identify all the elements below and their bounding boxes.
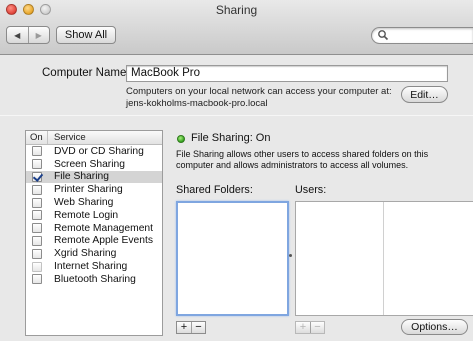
users-add-remove: + − xyxy=(295,321,325,334)
service-label: Bluetooth Sharing xyxy=(54,273,136,285)
service-row[interactable]: Remote Login xyxy=(26,209,162,222)
window-title: Sharing xyxy=(215,3,258,17)
computer-name-description: Computers on your local network can acce… xyxy=(126,86,392,109)
search-input[interactable] xyxy=(390,29,470,42)
services-list: On Service DVD or CD Sharing Screen Shari… xyxy=(25,130,163,336)
shared-folders-list[interactable] xyxy=(176,201,289,316)
column-header-on[interactable]: On xyxy=(26,131,48,144)
service-label: Printer Sharing xyxy=(54,184,123,196)
service-row[interactable]: File Sharing xyxy=(26,170,162,184)
service-label: DVD or CD Sharing xyxy=(54,145,144,157)
show-all-button[interactable]: Show All xyxy=(56,26,116,44)
service-row[interactable]: Printer Sharing xyxy=(26,183,162,196)
service-description: File Sharing allows other users to acces… xyxy=(176,149,429,170)
service-checkbox[interactable] xyxy=(32,159,42,170)
service-label: Xgrid Sharing xyxy=(54,248,117,260)
status-text: File Sharing: On xyxy=(191,132,271,144)
service-label: Screen Sharing xyxy=(54,158,125,170)
services-list-header: On Service xyxy=(26,131,162,145)
service-checkbox[interactable] xyxy=(32,274,42,285)
service-checkbox[interactable] xyxy=(32,184,42,195)
shared-folders-add-remove: + − xyxy=(176,321,206,334)
service-checkbox[interactable] xyxy=(32,197,42,208)
service-checkbox[interactable] xyxy=(32,171,42,182)
service-row[interactable]: Remote Management xyxy=(26,222,162,235)
service-checkbox[interactable] xyxy=(32,146,42,157)
back-forward-control: ◀ ▶ xyxy=(6,26,50,44)
splitter-handle[interactable] xyxy=(289,254,292,257)
computer-name-field[interactable]: MacBook Pro xyxy=(126,65,448,82)
service-checkbox[interactable] xyxy=(32,210,42,221)
service-row[interactable]: Bluetooth Sharing xyxy=(26,273,162,286)
service-label: File Sharing xyxy=(54,171,109,183)
service-checkbox[interactable] xyxy=(32,248,42,259)
search-field[interactable] xyxy=(371,27,473,44)
shared-folders-label: Shared Folders: xyxy=(176,184,253,196)
service-row[interactable]: DVD or CD Sharing xyxy=(26,145,162,158)
options-button[interactable]: Options… xyxy=(401,319,468,335)
edit-button[interactable]: Edit… xyxy=(401,86,448,103)
add-user-button[interactable]: + xyxy=(296,322,310,333)
forward-arrow-icon[interactable]: ▶ xyxy=(27,27,50,43)
service-row[interactable]: Internet Sharing xyxy=(26,260,162,273)
magnifier-icon xyxy=(378,30,389,41)
service-checkbox[interactable] xyxy=(32,223,42,234)
service-row[interactable]: Xgrid Sharing xyxy=(26,247,162,260)
service-label: Internet Sharing xyxy=(54,261,128,273)
service-row[interactable]: Screen Sharing xyxy=(26,158,162,171)
computer-name-label: Computer Name: xyxy=(42,67,130,79)
sharing-window: Sharing ◀ ▶ Show All Computer Name: MacB… xyxy=(0,0,473,341)
status-indicator-icon xyxy=(177,135,185,143)
add-folder-button[interactable]: + xyxy=(177,322,191,333)
service-checkbox[interactable] xyxy=(32,235,42,246)
service-label: Remote Management xyxy=(54,222,154,234)
remove-user-button[interactable]: − xyxy=(310,322,324,333)
service-label: Remote Apple Events xyxy=(54,235,154,247)
column-header-service[interactable]: Service xyxy=(48,131,86,144)
users-column-divider xyxy=(383,202,384,315)
service-row[interactable]: Web Sharing xyxy=(26,196,162,209)
users-list[interactable] xyxy=(295,201,473,316)
services-rows: DVD or CD Sharing Screen Sharing File Shar… xyxy=(26,145,162,286)
users-label: Users: xyxy=(295,184,327,196)
section-divider xyxy=(0,115,473,116)
service-row[interactable]: Remote Apple Events xyxy=(26,235,162,248)
service-label: Web Sharing xyxy=(54,197,114,209)
service-label: Remote Login xyxy=(54,209,119,221)
remove-folder-button[interactable]: − xyxy=(191,322,205,333)
toolbar: Sharing ◀ ▶ Show All xyxy=(0,0,473,55)
back-arrow-icon[interactable]: ◀ xyxy=(7,27,28,43)
service-checkbox[interactable] xyxy=(32,261,42,272)
